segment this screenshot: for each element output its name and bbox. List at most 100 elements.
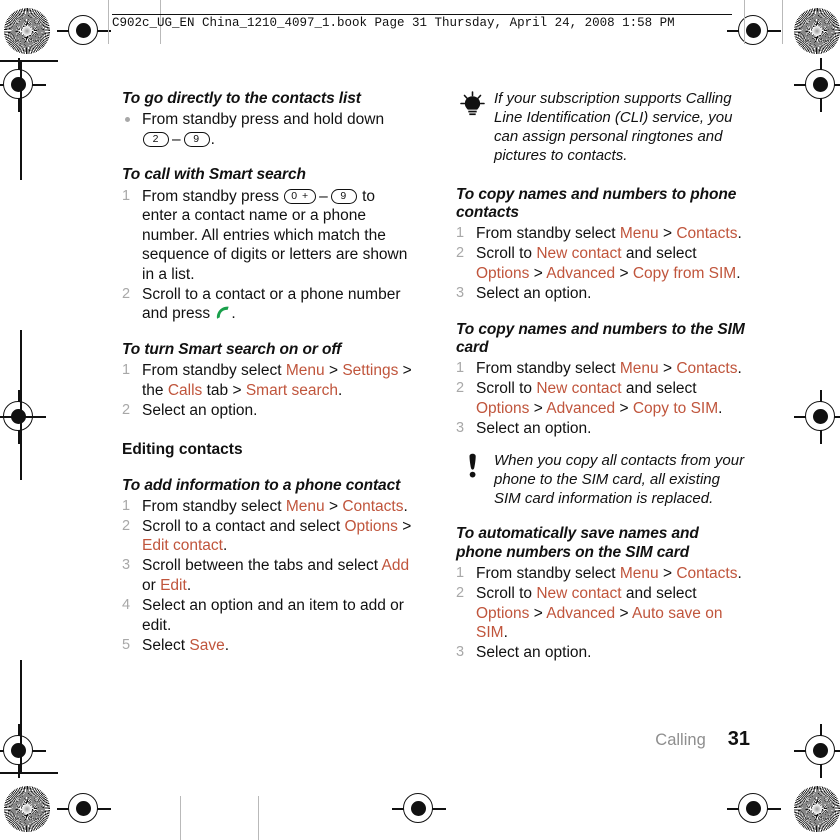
ui-term-menu: Menu — [619, 225, 659, 243]
step-text-a: Scroll to — [476, 380, 537, 398]
document-header-text: C902c_UG_EN China_1210_4097_1.book Page … — [112, 16, 675, 30]
step-number: 2 — [456, 245, 465, 262]
list-item: 2 Scroll to New contact and select Optio… — [456, 379, 748, 418]
step-text-pre: From standby press — [142, 187, 279, 205]
heading-turn-smart-search: To turn Smart search on or off — [122, 341, 342, 359]
trim-rule-left-v3 — [20, 660, 22, 772]
step-text-d: . — [338, 382, 343, 399]
bullet-text-post: . — [210, 130, 215, 148]
list-item: 2 Select an option. — [122, 401, 414, 421]
step-text-end: . — [224, 636, 230, 654]
list-item: 3 Scroll between the tabs and select Add… — [122, 556, 414, 595]
left-column: To go directly to the contacts list From… — [122, 90, 414, 656]
heading-call-smart-search: To call with Smart search — [122, 166, 306, 184]
ui-term-smart-search: Smart search — [245, 382, 339, 399]
list-item: 4 Select an option and an item to add or… — [122, 596, 414, 635]
steps-copy-to-phone-contacts: 1 From standby select Menu > Contacts. 2… — [456, 224, 748, 303]
tip-callout: If your subscription supports Calling Li… — [456, 90, 748, 166]
step-text-a: Scroll to a contact and select — [142, 517, 345, 535]
list-item: 1 From standby select Menu > Contacts. — [456, 359, 748, 379]
ui-term-contacts: Contacts — [342, 497, 404, 515]
keycap-2: 2 — [143, 131, 169, 147]
ui-term-options: Options — [476, 604, 530, 622]
bullet-list-contacts-list: From standby press and hold down 2–9. — [122, 110, 414, 149]
ui-term-menu: Menu — [285, 497, 325, 515]
page-guide-right — [744, 0, 746, 44]
step-text-end: . — [737, 565, 742, 583]
list-item: 1 From standby select Menu > Settings > … — [122, 361, 414, 400]
list-item: 1 From standby select Menu > Contacts. — [456, 564, 748, 584]
heading-auto-save-sim: To automatically save names and phone nu… — [456, 525, 699, 561]
keycap-9: 9 — [330, 188, 357, 204]
heading-copy-to-sim-card: To copy names and numbers to the SIM car… — [456, 320, 745, 356]
ui-term-new-contact: New contact — [536, 245, 622, 263]
step-text-b: and select — [621, 245, 697, 263]
ui-term-options: Options — [476, 399, 530, 417]
step-number: 1 — [456, 565, 465, 582]
footer-page-number: 31 — [727, 728, 750, 750]
step-number: 1 — [122, 187, 131, 204]
step-text-end: . — [737, 225, 742, 243]
step-text-end: . — [223, 537, 228, 555]
separator: > — [658, 225, 677, 243]
list-item: 5 Select Save. — [122, 636, 414, 656]
steps-copy-to-sim-card: 1 From standby select Menu > Contacts. 2… — [456, 359, 748, 438]
crosshair-mark-bottom-left — [57, 782, 111, 836]
corner-mark-lower-right — [794, 724, 840, 778]
ui-term-copy-from-sim: Copy from SIM — [632, 264, 737, 282]
key-range-dash: – — [172, 130, 181, 148]
step-text-end: . — [736, 264, 741, 282]
step-text-b: and select — [621, 585, 697, 603]
step-text-a: From standby select — [476, 565, 620, 583]
step-text-a: Select — [142, 636, 190, 654]
step-text-c: tab > — [202, 382, 246, 399]
list-item: 3 Select an option. — [456, 643, 748, 663]
step-text-a: Scroll to — [476, 245, 537, 263]
step-text-end: . — [403, 497, 408, 515]
step-text-post: . — [231, 305, 236, 323]
step-number: 2 — [456, 585, 465, 602]
list-item: 3 Select an option. — [456, 284, 748, 304]
step-number: 1 — [122, 362, 131, 379]
ui-term-advanced: Advanced — [546, 264, 616, 282]
ui-term-edit: Edit — [160, 576, 187, 594]
step-number: 3 — [456, 419, 465, 436]
tip-text: If your subscription supports Calling Li… — [494, 90, 733, 164]
crosshair-mark-bottom-center — [392, 782, 446, 836]
step-text-a: From standby select — [476, 225, 620, 243]
separator: > — [397, 517, 412, 535]
step-number: 2 — [456, 380, 465, 397]
starburst-registration-mark-bottom-right — [794, 786, 840, 832]
step-text-a: From standby select — [142, 362, 286, 380]
ui-term-options: Options — [476, 264, 530, 282]
ui-term-new-contact: New contact — [536, 585, 622, 603]
page-guide-left — [108, 0, 110, 44]
step-text: Select an option. — [476, 644, 592, 662]
step-number: 3 — [456, 644, 465, 661]
separator: > — [324, 497, 343, 515]
ui-term-copy-to-sim: Copy to SIM — [632, 399, 719, 417]
heading-copy-to-phone-contacts: To copy names and numbers to phone conta… — [456, 185, 737, 221]
manual-page: C902c_UG_EN China_1210_4097_1.book Page … — [0, 0, 840, 840]
list-item: 3 Select an option. — [456, 419, 748, 439]
separator: > — [615, 604, 632, 622]
corner-mark-upper-left — [0, 58, 46, 112]
starburst-registration-mark-top-left — [4, 8, 50, 54]
ui-term-menu: Menu — [285, 362, 325, 380]
note-text: When you copy all contacts from your pho… — [494, 451, 745, 507]
step-number: 2 — [122, 402, 131, 419]
ui-term-advanced: Advanced — [546, 399, 616, 417]
list-item: From standby press and hold down 2–9. — [122, 110, 414, 149]
step-number: 1 — [122, 497, 131, 514]
page-guide-bottom-left-2 — [258, 796, 260, 840]
corner-mark-upper-right — [794, 58, 840, 112]
ui-term-contacts: Contacts — [676, 565, 738, 583]
bullet-text-pre: From standby press and hold down — [142, 111, 385, 129]
heading-go-directly-contacts: To go directly to the contacts list — [122, 90, 361, 107]
step-text-pre: Scroll to a contact or a phone number an… — [142, 285, 401, 323]
crosshair-mark-bottom-right — [727, 782, 781, 836]
step-text-a: From standby select — [476, 360, 620, 378]
step-text: Select an option. — [476, 419, 592, 437]
